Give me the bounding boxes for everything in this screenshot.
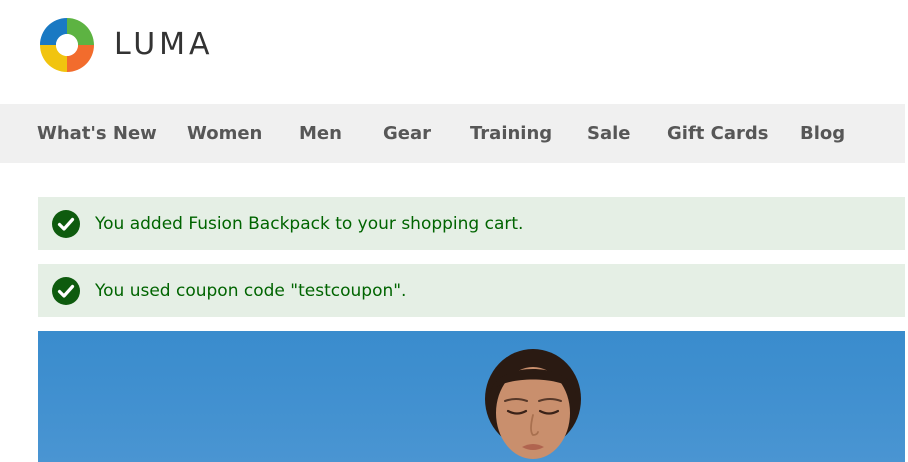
nav-item-sale[interactable]: Sale <box>587 104 631 163</box>
woman-meditating-image <box>485 349 581 459</box>
brand-name: LUMA <box>114 27 214 62</box>
success-message-text: You added Fusion Backpack to your shoppi… <box>95 213 524 234</box>
page: LUMA What's New Women Men Gear Training … <box>0 0 908 462</box>
success-message: You added Fusion Backpack to your shoppi… <box>38 197 905 250</box>
main-nav: What's New Women Men Gear Training Sale … <box>0 104 905 163</box>
check-circle-icon <box>52 209 80 238</box>
luma-logo-icon <box>38 16 96 74</box>
coupon-message: You used coupon code "testcoupon". <box>38 264 905 317</box>
nav-item-gear[interactable]: Gear <box>383 104 431 163</box>
nav-item-whats-new[interactable]: What's New <box>37 104 157 163</box>
hero-banner[interactable] <box>38 331 905 462</box>
coupon-message-text: You used coupon code "testcoupon". <box>95 280 407 301</box>
nav-item-gift-cards[interactable]: Gift Cards <box>667 104 768 163</box>
check-circle-icon <box>52 276 80 305</box>
luma-logo-link[interactable]: LUMA <box>38 14 214 76</box>
nav-item-women[interactable]: Women <box>187 104 262 163</box>
nav-item-blog[interactable]: Blog <box>800 104 845 163</box>
nav-item-men[interactable]: Men <box>299 104 342 163</box>
nav-item-training[interactable]: Training <box>470 104 552 163</box>
